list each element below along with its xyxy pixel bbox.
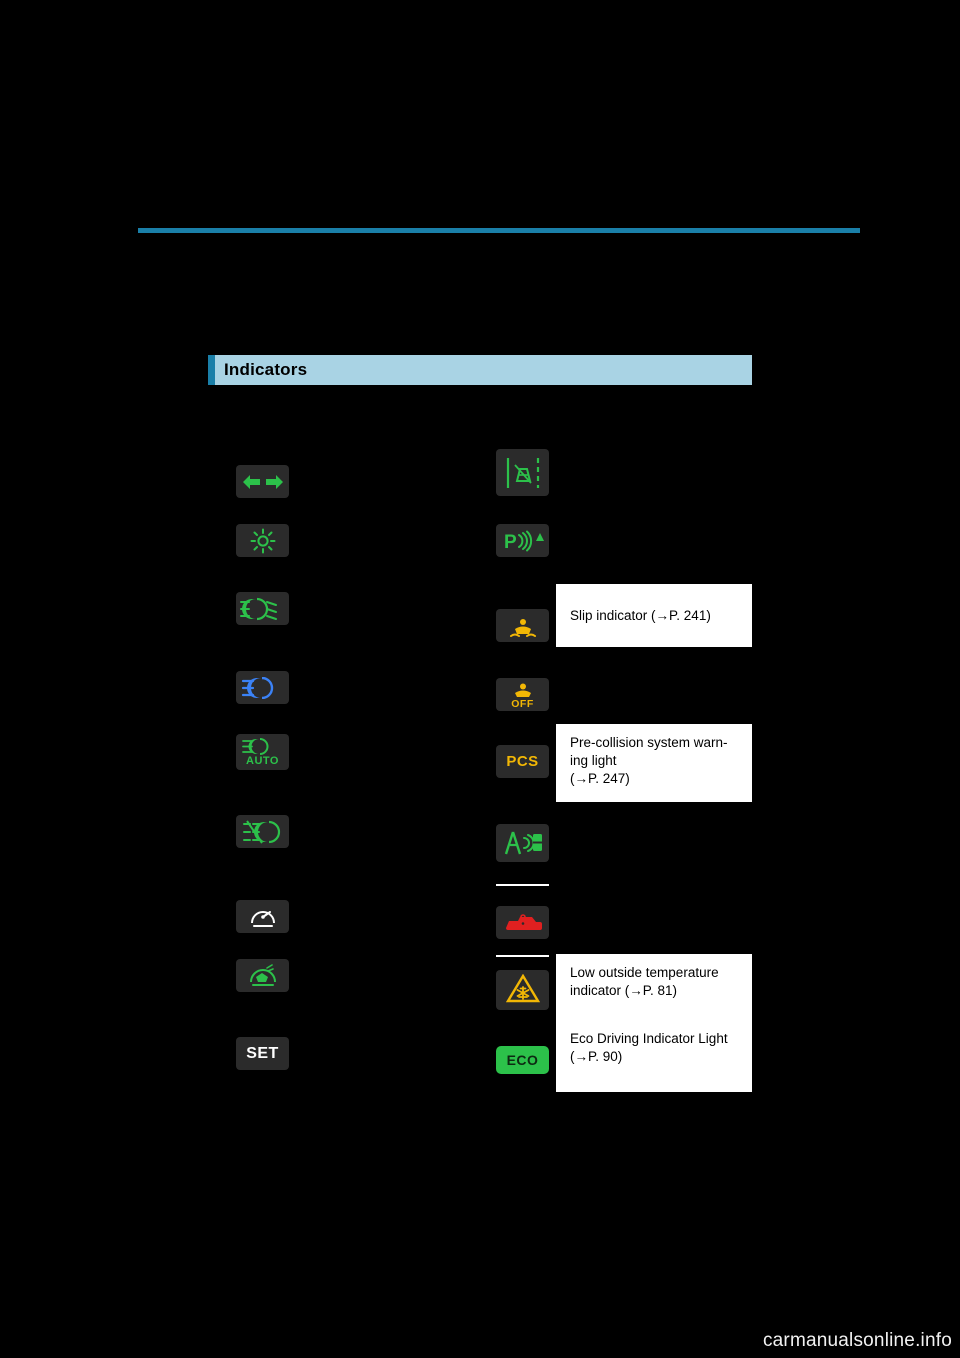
watermark: carmanualsonline.info — [763, 1330, 952, 1352]
separator-security — [496, 955, 549, 957]
headlight-high-beam-icon — [241, 676, 285, 699]
low-outside-temperature-icon — [505, 974, 540, 1006]
tile-eco-driving-indicator: ECO — [496, 1046, 549, 1074]
turn-signal-arrows-icon — [241, 474, 285, 490]
tile-low-beam — [236, 592, 289, 625]
tile-turn-signal — [236, 465, 289, 498]
tile-lane-departure-alert — [496, 449, 549, 496]
intuitive-parking-assist-icon: P — [502, 529, 544, 553]
callout-eco-line1: Eco Driving Indicator Light — [570, 1031, 728, 1046]
callout-low-temp-line1: Low outside temperature — [570, 965, 719, 980]
tile-set-indicator: SET — [236, 1037, 289, 1070]
tile-front-fog-light — [236, 815, 289, 848]
watermark-suffix: .info — [915, 1330, 952, 1351]
pcs-warning-icon: PCS — [506, 753, 539, 770]
auto-high-beam-label: AUTO — [246, 755, 279, 767]
tile-security-indicator — [496, 906, 549, 939]
tile-high-beam — [236, 671, 289, 704]
callout-eco-line2: (→P. 90) — [570, 1049, 623, 1065]
header-rule — [138, 228, 860, 233]
callout-pcs-line2: ing light — [570, 753, 617, 769]
cruise-control-icon — [248, 904, 278, 930]
tile-tail-light — [236, 524, 289, 557]
headlight-low-beam-icon — [239, 597, 286, 621]
section-accent-block — [208, 355, 215, 385]
lkas-lane-keeping-icon — [502, 829, 544, 857]
callout-pcs-line1: Pre-collision system warn- — [570, 735, 728, 750]
tile-low-outside-temperature — [496, 970, 549, 1010]
slip-indicator-icon — [508, 613, 538, 639]
callout-slip-text: Slip indicator (→P. 241) — [570, 608, 711, 624]
eco-driving-indicator-icon: ECO — [506, 1052, 539, 1068]
tile-pcs-warning: PCS — [496, 745, 549, 778]
watermark-text: carmanualsonline — [762, 1330, 916, 1351]
tile-lane-keeping-assist — [496, 824, 549, 862]
callout-pcs-line3: (→P. 247) — [570, 771, 630, 787]
tile-auto-high-beam: AUTO — [236, 734, 289, 770]
callout-eco-driving: Eco Driving Indicator Light (→P. 90) — [556, 1020, 752, 1092]
tile-vsc-off: OFF — [496, 678, 549, 711]
tile-cruise-control — [236, 900, 289, 933]
front-fog-light-icon — [242, 819, 284, 844]
tile-parking-assist: P — [496, 524, 549, 557]
dynamic-radar-cruise-control-icon — [247, 962, 279, 989]
callout-low-temp-line2: indicator (→P. 81) — [570, 983, 678, 999]
section-header: Indicators — [208, 355, 752, 385]
lane-departure-alert-icon — [503, 455, 543, 491]
callout-low-temperature: Low outside temperature indicator (→P. 8… — [556, 954, 752, 1020]
separator-lkas — [496, 884, 549, 886]
vsc-off-label: OFF — [511, 697, 534, 710]
security-indicator-icon — [504, 912, 542, 934]
automatic-high-beam-icon — [241, 738, 284, 755]
vsc-off-indicator-icon — [510, 682, 536, 699]
tail-light-icon — [248, 528, 278, 554]
page-title: Indicators — [224, 360, 308, 379]
tile-slip-indicator — [496, 609, 549, 642]
tile-radar-cruise-control — [236, 959, 289, 992]
callout-pcs: Pre-collision system warn- ing light (→P… — [556, 724, 752, 802]
svg-text:P: P — [504, 532, 517, 553]
callout-slip-indicator: Slip indicator (→P. 241) — [556, 584, 752, 647]
set-indicator-icon: SET — [246, 1044, 279, 1062]
